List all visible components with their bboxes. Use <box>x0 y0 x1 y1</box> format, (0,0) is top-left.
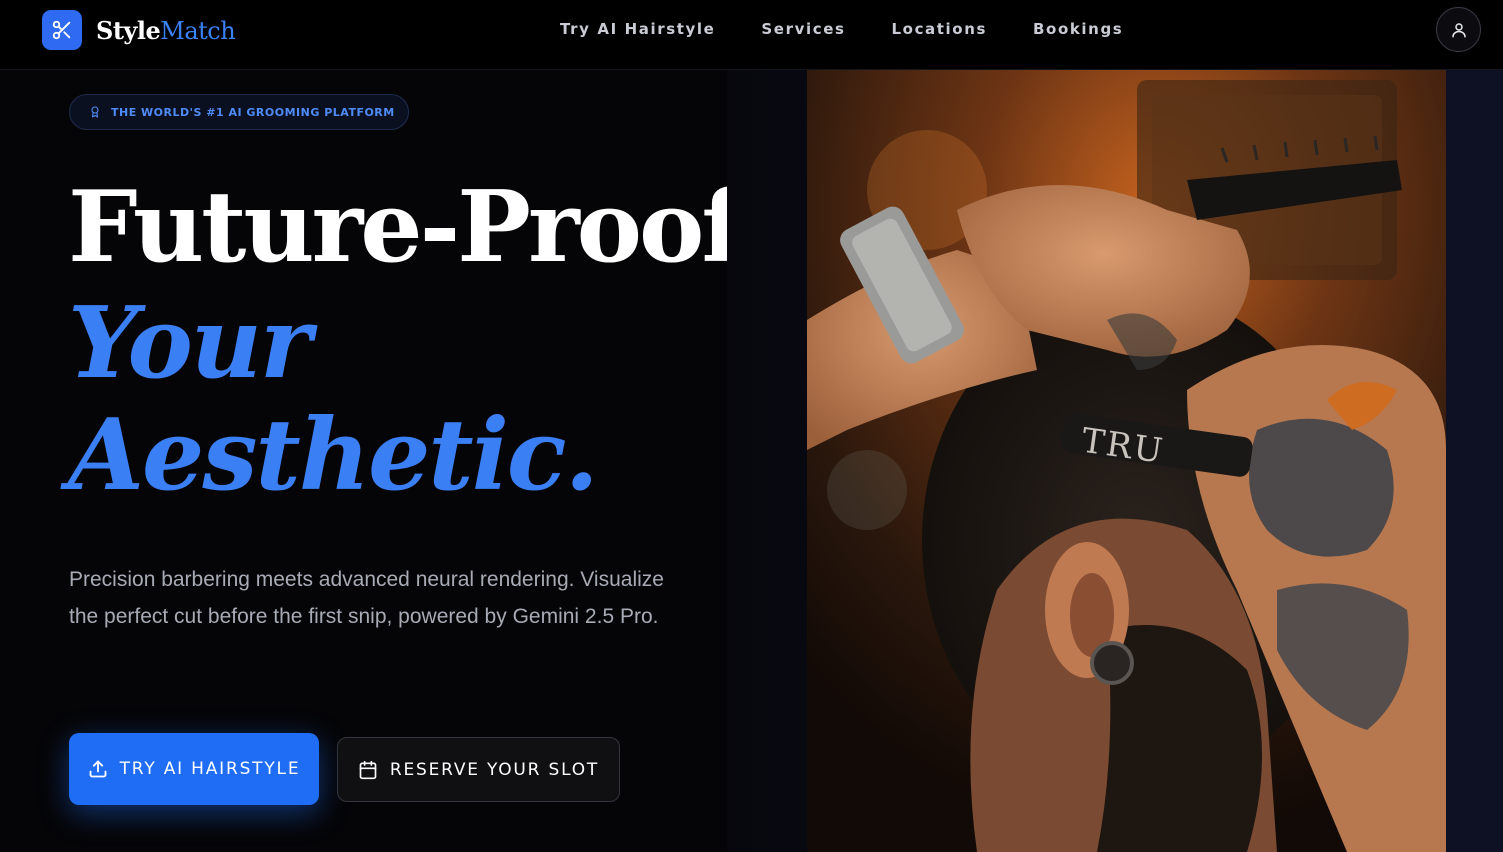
try-ai-hairstyle-button[interactable]: TRY AI HAIRSTYLE <box>69 733 319 805</box>
landing-page: StyleMatch Try AI Hairstyle Services Loc… <box>0 0 1503 852</box>
reserve-slot-button[interactable]: RESERVE YOUR SLOT <box>337 737 620 802</box>
brand-name: StyleMatch <box>96 15 236 45</box>
headline-line3: Aesthetic. <box>68 398 599 513</box>
award-icon <box>91 106 99 118</box>
try-ai-hairstyle-label: TRY AI HAIRSTYLE <box>119 759 301 779</box>
brand-name-part2: Match <box>160 16 236 45</box>
barber-photo: TRU <box>807 70 1446 852</box>
hero-description: Precision barbering meets advanced neura… <box>69 568 664 628</box>
main-nav: Try AI Hairstyle Services Locations Book… <box>560 20 1169 38</box>
reserve-slot-label: RESERVE YOUR SLOT <box>389 759 600 780</box>
scissors-icon <box>42 10 82 50</box>
platform-badge: THE WORLD'S #1 AI GROOMING PLATFORM <box>69 94 409 130</box>
hero-headline: Future-Proof Your Aesthetic. <box>68 168 743 513</box>
top-navbar: StyleMatch Try AI Hairstyle Services Loc… <box>0 0 1503 70</box>
nav-link-try-ai-hairstyle[interactable]: Try AI Hairstyle <box>560 20 715 38</box>
headline-line2: Your <box>68 286 312 401</box>
account-button[interactable] <box>1436 7 1481 52</box>
headline-line1: Future-Proof <box>68 170 743 285</box>
user-icon <box>1451 22 1466 37</box>
upload-icon <box>89 760 107 778</box>
nav-link-bookings[interactable]: Bookings <box>1033 20 1123 38</box>
brand-logo[interactable]: StyleMatch <box>42 10 236 50</box>
badge-text: THE WORLD'S #1 AI GROOMING PLATFORM <box>111 105 395 119</box>
nav-link-locations[interactable]: Locations <box>892 20 988 38</box>
calendar-icon <box>359 760 377 779</box>
nav-link-services[interactable]: Services <box>761 20 845 38</box>
brand-name-part1: Style <box>96 15 161 45</box>
